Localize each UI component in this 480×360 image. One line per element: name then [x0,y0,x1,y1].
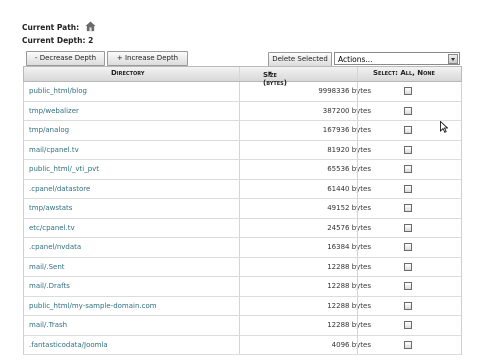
directory-link[interactable]: tmp/awstats [29,204,72,212]
table-header: Directory Size (bytes) ▼ Select: All, No… [23,66,462,87]
path-info: Current Path: Current Depth: 2 [22,21,96,47]
directory-link[interactable]: mail/.Drafts [29,282,70,290]
directory-link[interactable]: .cpanel/datastore [29,185,90,193]
table-row: tmp/analog 167936 bytes [23,121,462,141]
table-row: etc/cpanel.tv 24576 bytes [23,218,462,238]
table-row: public_html/_vti_pvt 65536 bytes [23,160,462,180]
column-divider [357,257,358,276]
current-depth-value: 2 [88,36,94,45]
table-body: public_html/blog 9998336 bytes tmp/webaliz… [23,82,462,355]
select-checkbox[interactable] [404,126,412,134]
column-divider [357,121,358,140]
table-row: mail/.Sent 12288 bytes [23,257,462,277]
delete-selected-button[interactable]: Delete Selected [268,52,332,67]
directory-link[interactable]: tmp/webalizer [29,107,79,115]
current-depth-label: Current Depth: [22,36,86,45]
table-row: mail/cpanel.tv 81920 bytes [23,140,462,160]
size-value: 49152 bytes [327,204,371,212]
column-divider [239,67,240,81]
current-path-line: Current Path: [22,21,96,34]
select-checkbox[interactable] [404,301,412,310]
select-checkbox[interactable] [404,223,412,232]
directory-link[interactable]: mail/cpanel.tv [29,146,79,154]
size-value: 65536 bytes [327,165,371,173]
select-checkbox[interactable] [404,145,412,154]
table-row: .cpanel/nvdata 16384 bytes [23,238,462,258]
table-row: .fantasticodata/Joomla 4096 bytes [23,335,462,355]
table-row: mail/.Drafts 12288 bytes [23,277,462,297]
select-checkbox[interactable] [404,262,412,271]
decrease-depth-button[interactable]: - Decrease Depth [26,51,105,66]
directory-link[interactable]: .fantasticodata/Joomla [29,341,108,349]
directory-link[interactable]: public_html/blog [29,87,87,95]
select-checkbox[interactable] [404,106,412,115]
column-divider [357,335,358,354]
directory-link[interactable]: public_html/my-sample-domain.com [29,302,157,310]
dropdown-arrow-icon[interactable] [448,54,458,64]
size-value: 12288 bytes [327,301,371,310]
select-checkbox[interactable] [404,282,412,290]
size-value: 12288 bytes [327,262,371,271]
directory-link[interactable]: etc/cpanel.tv [29,224,75,232]
directory-link[interactable]: mail/.Sent [29,263,65,271]
page: Current Path: Current Depth: 2 - Decreas… [0,0,480,360]
actions-select-value: Actions... [338,55,373,64]
column-divider [357,140,358,159]
size-value: 16384 bytes [327,243,371,251]
select-checkbox[interactable] [404,321,412,329]
directory-table: Directory Size (bytes) ▼ Select: All, No… [23,66,462,355]
current-depth-line: Current Depth: 2 [22,34,96,47]
column-divider [357,316,358,335]
table-row: .cpanel/datastore 61440 bytes [23,179,462,199]
select-column-header[interactable]: Select: All, None [373,69,435,77]
select-checkbox[interactable] [404,340,412,349]
size-value: 167936 bytes [322,126,371,134]
size-value: 61440 bytes [327,184,371,193]
directory-link[interactable]: mail/.Trash [29,321,67,329]
size-value: 12288 bytes [327,282,371,290]
increase-depth-button[interactable]: + Increase Depth [107,51,188,66]
column-divider [357,277,358,296]
column-divider [357,218,358,237]
mouse-cursor-icon [440,121,448,133]
size-value: 9998336 bytes [318,87,371,95]
table-row: public_html/blog 9998336 bytes [23,82,462,102]
column-divider [357,101,358,120]
column-divider [357,82,358,101]
current-path-label: Current Path: [22,23,80,32]
column-divider [357,238,358,257]
table-row: tmp/webalizer 387200 bytes [23,101,462,121]
select-checkbox[interactable] [404,165,412,173]
directory-link[interactable]: .cpanel/nvdata [29,243,81,251]
size-value: 4096 bytes [331,340,371,349]
size-value: 387200 bytes [322,106,371,115]
table-row: tmp/awstats 49152 bytes [23,199,462,219]
actions-select[interactable]: Actions... [334,52,460,65]
column-divider [357,179,358,198]
directory-column-header[interactable]: Directory [111,69,144,77]
size-value: 81920 bytes [327,145,371,154]
size-value: 24576 bytes [327,223,371,232]
column-divider [357,199,358,218]
column-divider [357,296,358,315]
directory-link[interactable]: public_html/_vti_pvt [29,165,99,173]
table-row: mail/.Trash 12288 bytes [23,316,462,336]
column-divider [357,67,358,81]
directory-link[interactable]: tmp/analog [29,126,69,134]
select-checkbox[interactable] [404,243,412,251]
select-checkbox[interactable] [404,184,412,193]
column-divider [357,160,358,179]
size-value: 12288 bytes [327,321,371,329]
sort-desc-icon: ▼ [268,71,272,77]
select-checkbox[interactable] [404,204,412,212]
table-row: public_html/my-sample-domain.com 12288 by… [23,296,462,316]
home-icon[interactable] [85,21,96,32]
select-checkbox[interactable] [404,87,412,95]
